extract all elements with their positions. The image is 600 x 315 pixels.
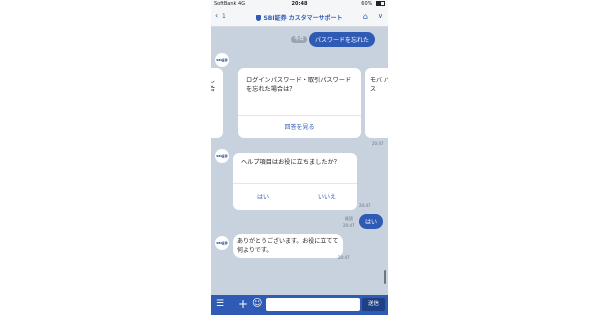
carousel-card-right[interactable]: モバ パス	[365, 68, 388, 138]
message-time: 20:47	[359, 203, 371, 208]
help-no-button[interactable]: いいえ	[309, 192, 345, 201]
card-left-text: 型し 場合	[211, 77, 216, 93]
user-message-yes: はい	[359, 214, 384, 229]
today-badge: 今日	[291, 36, 308, 43]
help-question-card: ヘルプ項目はお役に立ちましたか？ はい いいえ	[233, 153, 357, 210]
home-icon[interactable]: ⌂	[363, 12, 368, 21]
card-divider	[233, 183, 357, 184]
message-time: 20:47	[338, 255, 350, 260]
bot-avatar: SBI証券	[215, 149, 229, 163]
emoji-icon[interactable]: ☺	[252, 298, 262, 310]
input-bar: ☰ + ☺ 送信	[211, 295, 388, 315]
scroll-indicator[interactable]	[384, 270, 386, 284]
chevron-down-icon[interactable]: ∨	[378, 12, 383, 20]
bot-avatar: SBI証券	[215, 53, 229, 67]
battery-percent: 60%	[361, 1, 373, 7]
message-time: 20:47	[372, 141, 384, 146]
help-yes-button[interactable]: はい	[245, 192, 281, 201]
card-right-text: モバ パス	[370, 77, 388, 93]
card-main-text: ログインパスワード・取引パスワードを忘れた場合は？	[246, 77, 352, 93]
phone-screen: SoftBank 4G 20:48 60% ‹ 1 SBI証券 カスタマーサポー…	[211, 0, 388, 315]
carousel-card-main[interactable]: ログインパスワード・取引パスワードを忘れた場合は？ 回答を見る	[238, 68, 361, 138]
bot-avatar: SBI証券	[215, 236, 229, 250]
shield-icon	[256, 15, 262, 21]
read-receipt: 既読	[345, 216, 353, 221]
send-button[interactable]: 送信	[362, 298, 385, 311]
card-divider	[238, 115, 361, 116]
user-message-forgot-password: パスワードを忘れた	[309, 32, 376, 47]
menu-icon[interactable]: ☰	[216, 299, 224, 309]
message-time: 20:47	[343, 223, 355, 228]
battery-icon	[376, 1, 385, 6]
view-answer-button[interactable]: 回答を見る	[238, 122, 361, 131]
help-question-text: ヘルプ項目はお役に立ちましたか？	[241, 159, 340, 166]
carousel-card-left[interactable]: 型し 場合	[211, 68, 223, 138]
status-bar: SoftBank 4G 20:48 60%	[211, 0, 388, 8]
chat-title: SBI証券 カスタマーサポート	[263, 15, 343, 22]
bot-message-thanks: ありがとうございます。お役に立てて何よりです。	[233, 234, 343, 258]
plus-icon[interactable]: +	[238, 297, 248, 311]
message-input[interactable]	[266, 298, 360, 311]
chat-header: ‹ 1 SBI証券 カスタマーサポート ⌂ ∨	[211, 8, 388, 27]
